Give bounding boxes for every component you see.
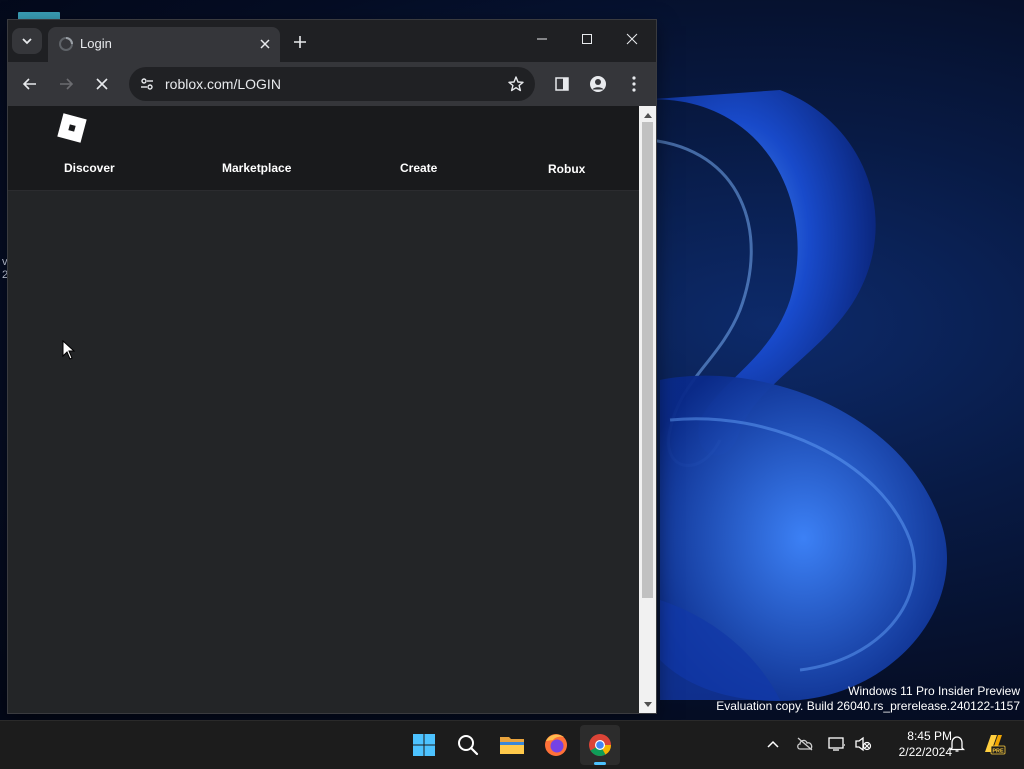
scrollbar[interactable] [639,106,656,713]
nav-robux[interactable]: Robux [548,162,585,176]
firefox-icon [545,734,567,756]
notifications-button[interactable] [946,733,968,755]
close-icon [626,33,638,45]
browser-toolbar: roblox.com/LOGIN [8,62,656,106]
minimize-button[interactable] [520,25,564,53]
watermark-edition: Windows 11 Pro Insider Preview [848,684,1020,698]
chevron-up-icon [767,740,779,748]
active-app-indicator [594,762,606,765]
chrome-button[interactable] [580,725,620,765]
system-clock[interactable]: 8:45 PM 2/22/2024 [874,728,952,760]
site-header: Discover Marketplace Create Robux [8,106,639,191]
onedrive-button[interactable] [794,733,816,755]
close-window-button[interactable] [610,25,654,53]
chrome-icon [589,734,611,756]
start-icon [413,734,435,756]
copilot-pre-icon: PRE [985,735,1006,755]
page-viewport: Discover Marketplace Create Robux [8,106,639,713]
taskbar-search-button[interactable] [448,725,488,765]
volume-button[interactable] [852,733,874,755]
scroll-up-icon[interactable] [643,110,652,119]
address-bar[interactable]: roblox.com/LOGIN [129,67,535,101]
site-info-button[interactable] [137,74,157,94]
forward-button[interactable] [52,70,80,98]
profile-icon [590,76,606,92]
plus-icon [294,36,306,48]
side-panel-icon [555,77,569,91]
clock-date: 2/22/2024 [898,745,952,759]
maximize-icon [582,34,592,44]
maximize-button[interactable] [565,25,609,53]
bookmark-button[interactable] [505,73,527,95]
scroll-down-icon[interactable] [643,700,652,709]
nav-marketplace[interactable]: Marketplace [222,161,291,175]
new-tab-button[interactable] [290,32,310,52]
clock-time: 8:45 PM [907,729,952,743]
svg-text:PRE: PRE [992,749,1004,755]
tab-title: Login [80,36,112,51]
file-explorer-button[interactable] [492,725,532,765]
bell-icon [949,736,965,752]
minimize-icon [537,38,547,40]
url-text[interactable]: roblox.com/LOGIN [165,76,281,92]
arrow-right-icon [60,78,74,90]
nav-create[interactable]: Create [400,161,437,175]
menu-button[interactable] [620,70,648,98]
browser-window: Login roblox.com/LOGIN Discover Marketpl… [8,20,656,713]
nav-discover[interactable]: Discover [64,161,115,175]
network-button[interactable] [826,733,848,755]
firefox-button[interactable] [536,725,576,765]
cloud-off-icon [797,737,813,751]
star-icon [508,76,524,92]
tune-icon [141,78,153,90]
chevron-down-icon [22,38,32,45]
roblox-logo-icon[interactable] [56,112,88,144]
side-panel-button[interactable] [548,70,576,98]
profile-button[interactable] [584,70,612,98]
arrow-left-icon [22,78,36,90]
search-icon [458,735,479,756]
close-icon [96,78,108,90]
show-hidden-icons-button[interactable] [762,733,784,755]
mouse-cursor-icon [62,340,76,360]
copilot-button[interactable]: PRE [980,733,1006,755]
watermark-build: Evaluation copy. Build 26040.rs_prerelea… [716,699,1020,713]
more-vert-icon [632,76,636,92]
browser-tab[interactable]: Login [48,27,280,62]
loading-spinner-icon [59,37,73,51]
close-icon [260,39,270,49]
back-button[interactable] [16,70,44,98]
network-icon [828,737,845,751]
tab-search-button[interactable] [12,28,42,54]
file-explorer-icon [500,737,524,754]
title-bar: Login [8,20,656,62]
taskbar: 8:45 PM 2/22/2024 PRE [0,720,1024,769]
desktop-icon[interactable] [18,12,60,20]
scroll-thumb[interactable] [642,122,653,598]
volume-muted-icon [855,736,872,752]
start-button[interactable] [404,725,444,765]
windows-watermark: Windows 11 Pro Insider Preview Evaluatio… [716,684,1020,714]
stop-loading-button[interactable] [88,70,116,98]
tab-close-button[interactable] [256,35,274,53]
